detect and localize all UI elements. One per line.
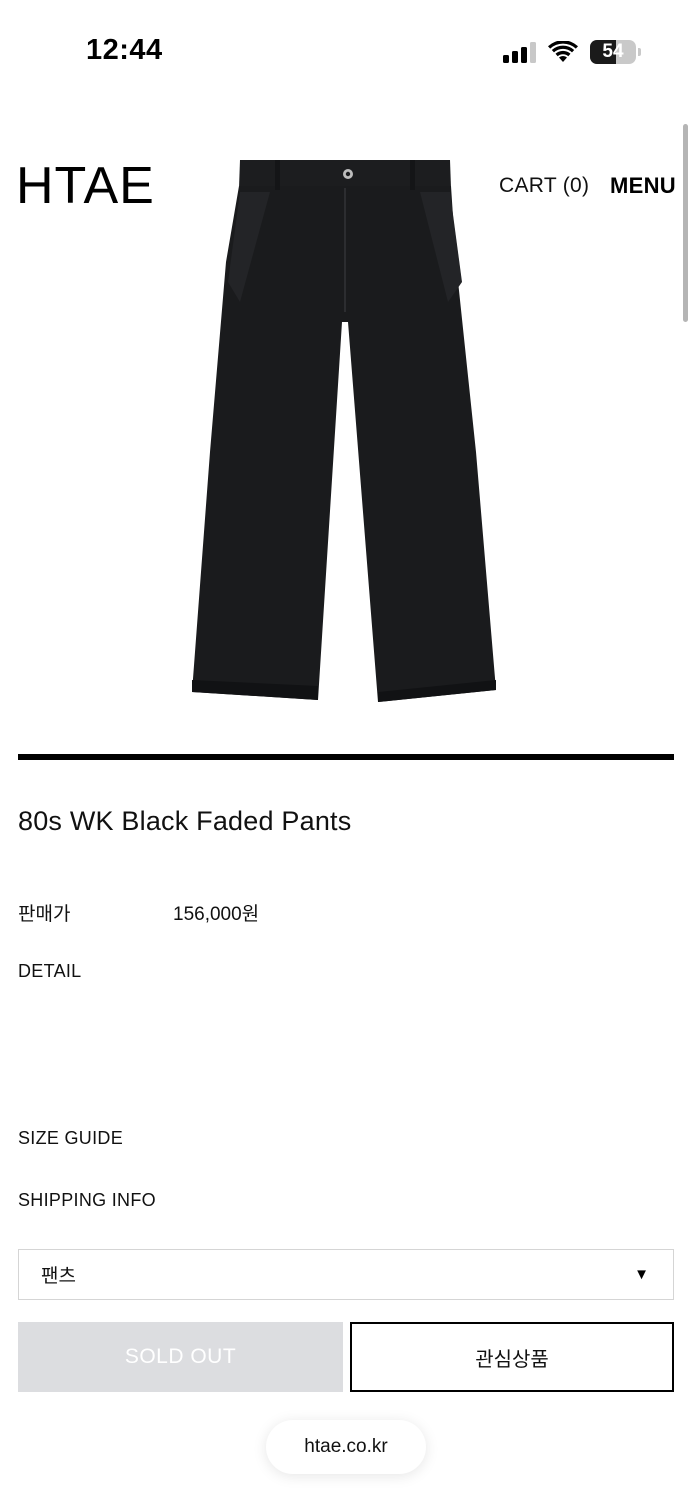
page-scrollbar[interactable]	[683, 124, 688, 322]
product-title: 80s WK Black Faded Pants	[18, 806, 352, 836]
menu-button[interactable]: MENU	[610, 173, 676, 199]
dropdown-arrow-icon: ▼	[634, 1266, 649, 1283]
option-selected-value: 팬츠	[41, 1266, 76, 1287]
price-value: 156,000원	[173, 904, 260, 925]
browser-url-bar[interactable]: htae.co.kr	[266, 1420, 426, 1474]
wishlist-button[interactable]: 관심상품	[350, 1322, 674, 1392]
black-pants-image	[192, 160, 496, 702]
status-indicators: 54	[503, 38, 641, 66]
battery-level: 54	[602, 41, 624, 62]
url-text: htae.co.kr	[304, 1436, 388, 1457]
detail-link[interactable]: DETAIL	[18, 961, 81, 982]
wifi-icon	[548, 41, 578, 62]
status-time: 12:44	[86, 34, 163, 66]
price-label: 판매가	[18, 904, 71, 925]
cellular-signal-icon	[503, 41, 536, 63]
battery-icon: 54	[590, 40, 641, 64]
size-guide-link[interactable]: SIZE GUIDE	[18, 1128, 123, 1149]
site-logo[interactable]: HTAE	[16, 156, 155, 216]
shipping-info-link[interactable]: SHIPPING INFO	[18, 1190, 156, 1211]
sold-out-button[interactable]: SOLD OUT	[18, 1322, 343, 1392]
cart-link[interactable]: CART (0)	[499, 174, 589, 198]
option-select[interactable]: 팬츠 ▼	[18, 1249, 674, 1300]
section-divider	[18, 754, 674, 760]
